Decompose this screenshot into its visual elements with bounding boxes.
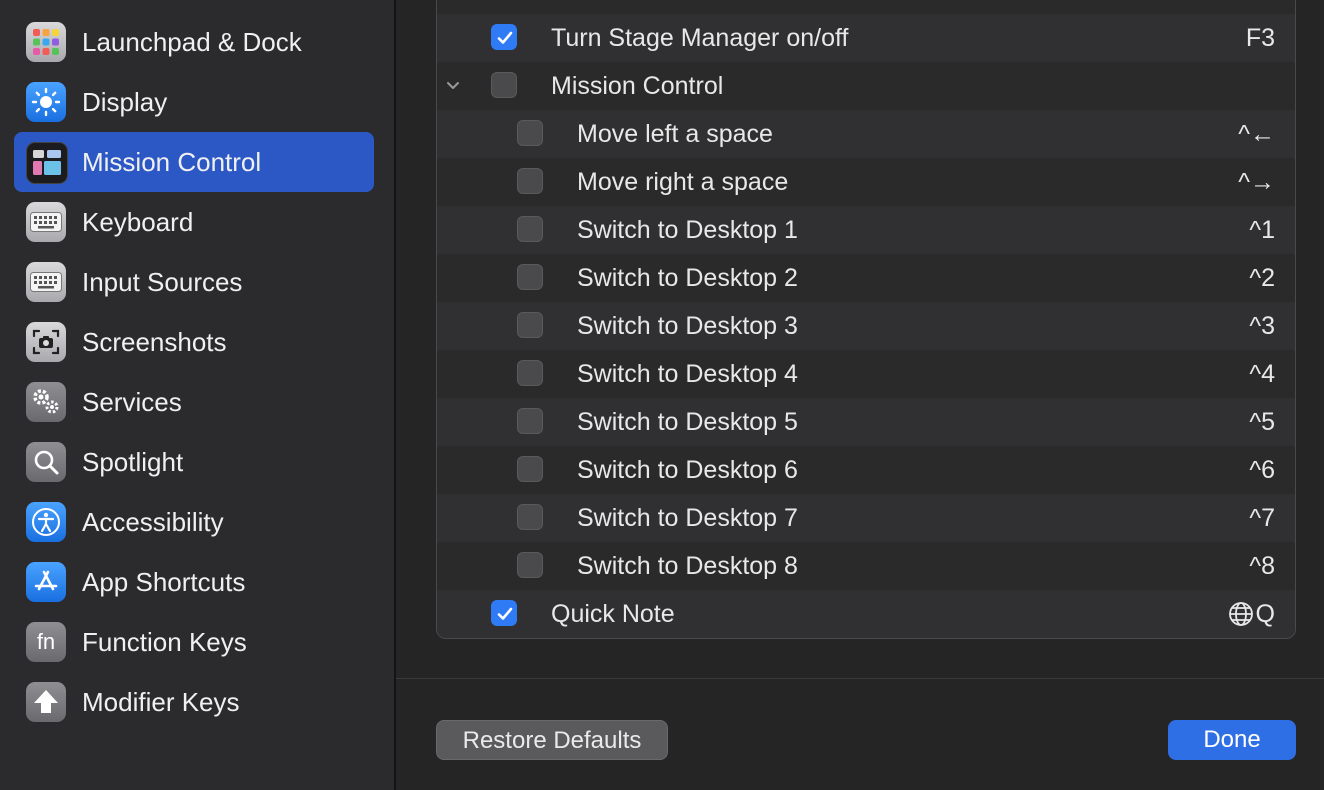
sidebar-item-label: Function Keys (82, 627, 247, 657)
shortcut-key[interactable]: ^4 (1249, 350, 1275, 398)
shortcut-label: Switch to Desktop 1 (577, 216, 798, 244)
sidebar-item-modifier-keys[interactable]: Modifier Keys (14, 672, 374, 732)
app-store-icon (26, 562, 66, 602)
shortcuts-table: Turn Stage Manager on/off F3 Mission Con… (436, 0, 1296, 639)
chevron-down-icon[interactable] (445, 78, 461, 94)
table-row[interactable]: Mission Control (437, 62, 1295, 110)
svg-text:fn: fn (37, 629, 55, 654)
table-row[interactable]: Switch to Desktop 5 ^5 (437, 398, 1295, 446)
table-row[interactable]: Switch to Desktop 1 ^1 (437, 206, 1295, 254)
sidebar-item-label: Modifier Keys (82, 687, 240, 717)
table-row[interactable]: Switch to Desktop 7 ^7 (437, 494, 1295, 542)
sidebar-item-launchpad-dock[interactable]: Launchpad & Dock (14, 12, 374, 72)
shortcut-label: Move left a space (577, 120, 773, 148)
sidebar-item-input-sources[interactable]: Input Sources (14, 252, 374, 312)
sidebar-item-label: Launchpad & Dock (82, 27, 302, 57)
checkbox[interactable] (517, 312, 543, 338)
sidebar-item-app-shortcuts[interactable]: App Shortcuts (14, 552, 374, 612)
shortcut-key[interactable]: Q (1228, 590, 1275, 638)
sidebar-item-label: App Shortcuts (82, 567, 246, 597)
sidebar-item-label: Screenshots (82, 327, 227, 357)
checkbox[interactable] (517, 456, 543, 482)
checkbox[interactable] (517, 120, 543, 146)
table-row[interactable]: Turn Stage Manager on/off F3 (437, 14, 1295, 62)
table-row[interactable]: Switch to Desktop 4 ^4 (437, 350, 1295, 398)
checkbox[interactable] (517, 360, 543, 386)
sidebar-item-display[interactable]: Display (14, 72, 374, 132)
sidebar-item-accessibility[interactable]: Accessibility (14, 492, 374, 552)
sidebar-item-services[interactable]: Services (14, 372, 374, 432)
table-row[interactable]: Switch to Desktop 8 ^8 (437, 542, 1295, 590)
sidebar-item-label: Input Sources (82, 267, 243, 297)
sidebar-item-mission-control[interactable]: Mission Control (14, 132, 374, 192)
shortcut-key[interactable]: ^1 (1249, 206, 1275, 254)
keyboard-icon (26, 202, 66, 242)
shortcut-label: Switch to Desktop 5 (577, 408, 798, 436)
sidebar-item-label: Keyboard (82, 207, 194, 237)
table-row[interactable]: Quick Note Q (437, 590, 1295, 638)
sidebar-item-function-keys[interactable]: fn Function Keys (14, 612, 374, 672)
shortcut-label: Switch to Desktop 8 (577, 552, 798, 580)
keyboard-icon (26, 262, 66, 302)
shortcut-label: Switch to Desktop 3 (577, 312, 798, 340)
table-row[interactable]: Move right a space ^→ (437, 158, 1295, 206)
gears-icon (26, 382, 66, 422)
sidebar-item-keyboard[interactable]: Keyboard (14, 192, 374, 252)
main-panel: Turn Stage Manager on/off F3 Mission Con… (396, 0, 1324, 790)
shortcut-label: Switch to Desktop 2 (577, 264, 798, 292)
checkbox[interactable] (517, 216, 543, 242)
sidebar-item-label: Services (82, 387, 182, 417)
shortcut-key[interactable]: ^→ (1238, 158, 1275, 206)
mission-control-icon (26, 142, 68, 184)
checkbox[interactable] (517, 408, 543, 434)
divider (396, 678, 1324, 679)
table-row[interactable]: Switch to Desktop 3 ^3 (437, 302, 1295, 350)
launchpad-icon (26, 22, 66, 62)
table-row[interactable]: Switch to Desktop 6 ^6 (437, 446, 1295, 494)
shortcut-label: Move right a space (577, 168, 789, 196)
shortcut-label: Switch to Desktop 6 (577, 456, 798, 484)
shortcut-key[interactable]: ^← (1238, 110, 1275, 158)
shortcut-key[interactable]: ^2 (1249, 254, 1275, 302)
checkbox[interactable] (517, 552, 543, 578)
shortcut-key[interactable]: ^7 (1249, 494, 1275, 542)
checkbox[interactable] (517, 168, 543, 194)
sidebar-item-spotlight[interactable]: Spotlight (14, 432, 374, 492)
shortcut-key[interactable]: F3 (1246, 14, 1275, 62)
camera-icon (26, 322, 66, 362)
sun-icon (26, 82, 66, 122)
restore-defaults-button[interactable]: Restore Defaults (436, 720, 668, 760)
sidebar-item-label: Display (82, 87, 168, 117)
checkbox[interactable] (517, 264, 543, 290)
accessibility-icon (26, 502, 66, 542)
checkbox[interactable] (491, 72, 517, 98)
checkbox[interactable] (491, 24, 517, 50)
shortcut-key-letter: Q (1255, 600, 1275, 628)
checkbox[interactable] (491, 600, 517, 626)
sidebar-item-label: Mission Control (82, 147, 262, 177)
checkbox[interactable] (517, 504, 543, 530)
table-row[interactable]: Move left a space ^← (437, 110, 1295, 158)
shortcut-label: Switch to Desktop 7 (577, 504, 798, 532)
shortcut-key[interactable]: ^3 (1249, 302, 1275, 350)
shortcut-label: Mission Control (551, 72, 724, 100)
shortcut-label: Turn Stage Manager on/off (551, 24, 849, 52)
sidebar: Launchpad & Dock Display Mission Control… (0, 0, 396, 790)
sidebar-item-label: Accessibility (82, 507, 224, 537)
shortcut-key[interactable]: ^6 (1249, 446, 1275, 494)
sidebar-item-screenshots[interactable]: Screenshots (14, 312, 374, 372)
up-arrow-icon (26, 682, 66, 722)
fn-icon: fn (26, 622, 66, 662)
shortcut-key[interactable]: ^5 (1249, 398, 1275, 446)
table-row[interactable]: Switch to Desktop 2 ^2 (437, 254, 1295, 302)
globe-icon (1228, 602, 1253, 626)
shortcut-label: Quick Note (551, 600, 675, 628)
sidebar-item-label: Spotlight (82, 447, 184, 477)
magnifier-icon (26, 442, 66, 482)
shortcut-label: Switch to Desktop 4 (577, 360, 798, 388)
shortcut-key[interactable]: ^8 (1249, 542, 1275, 590)
done-button[interactable]: Done (1168, 720, 1296, 760)
